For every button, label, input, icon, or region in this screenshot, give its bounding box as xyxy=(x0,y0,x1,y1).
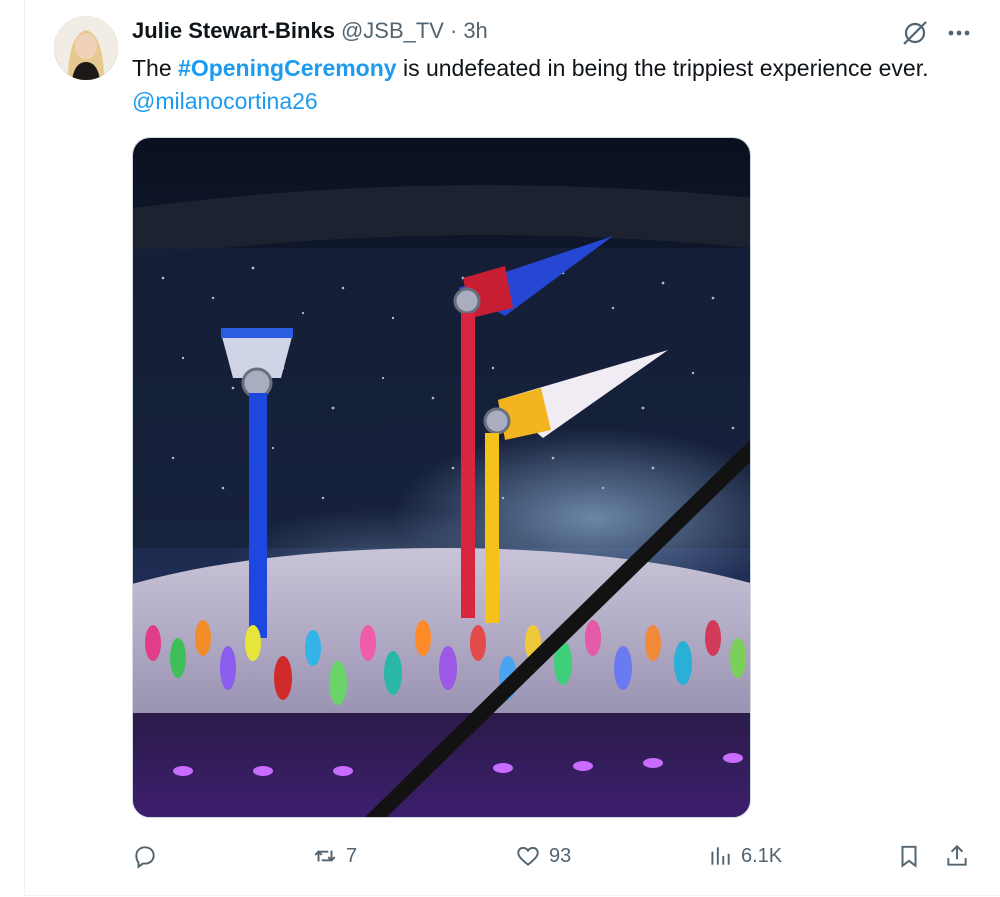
post-text: The #OpeningCeremony is undefeated in be… xyxy=(132,52,962,118)
mention-link[interactable]: @milanocortina26 xyxy=(132,88,318,114)
repost-button[interactable]: 7 xyxy=(312,838,357,874)
avatar[interactable] xyxy=(54,16,118,80)
author-handle[interactable]: @JSB_TV xyxy=(341,18,444,44)
share-button[interactable] xyxy=(944,838,970,874)
post-time[interactable]: 3h xyxy=(463,18,487,44)
hashtag-link[interactable]: #OpeningCeremony xyxy=(178,55,397,81)
bookmark-button[interactable] xyxy=(896,838,922,874)
grok-icon[interactable] xyxy=(900,18,930,48)
views-count: 6.1K xyxy=(741,844,783,867)
repost-icon xyxy=(314,850,336,862)
post-header: Julie Stewart-Binks @JSB_TV · 3h xyxy=(132,18,488,46)
action-bar: 7 93 6.1K xyxy=(132,838,982,874)
like-button[interactable]: 93 xyxy=(515,838,571,874)
post-text-middle: is undefeated in being the trippiest exp… xyxy=(396,55,929,81)
like-icon xyxy=(517,846,539,866)
bookmark-icon xyxy=(901,845,917,868)
repost-count: 7 xyxy=(346,844,358,867)
author-name[interactable]: Julie Stewart-Binks xyxy=(132,18,335,44)
separator-dot: · xyxy=(449,18,458,43)
post-image[interactable] xyxy=(132,137,751,818)
reply-icon xyxy=(135,846,155,869)
like-count: 93 xyxy=(549,844,572,867)
post-text-prefix: The xyxy=(132,55,179,81)
reply-button[interactable] xyxy=(132,838,166,874)
share-icon xyxy=(947,844,967,866)
views-button[interactable]: 6.1K xyxy=(707,838,782,874)
views-icon xyxy=(711,847,730,865)
more-icon[interactable] xyxy=(944,18,974,48)
